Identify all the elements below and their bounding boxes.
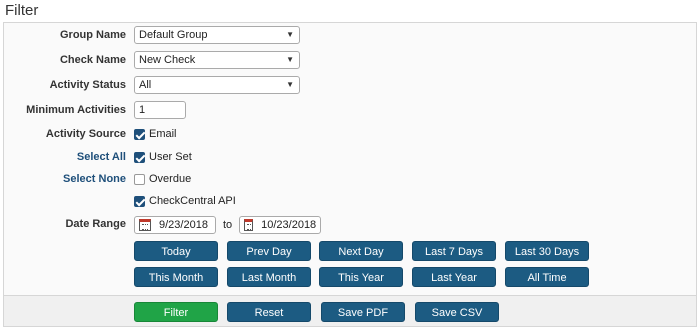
checkcentral-api-row: CheckCentral API <box>4 191 696 211</box>
check-name-label: Check Name <box>59 54 126 66</box>
group-name-label: Group Name <box>59 29 126 41</box>
check-name-row: Check Name New Check ▼ <box>4 50 696 70</box>
source-checkcentral-api-checkbox[interactable]: CheckCentral API <box>134 191 236 211</box>
calendar-icon <box>139 219 151 231</box>
activity-source-row: Activity Source Email <box>4 124 696 144</box>
last-year-button[interactable]: Last Year <box>412 267 496 287</box>
source-overdue-checkbox[interactable]: Overdue <box>134 169 191 189</box>
next-day-button[interactable]: Next Day <box>319 241 403 261</box>
activity-status-label: Activity Status <box>49 79 126 91</box>
filter-panel: Group Name Default Group ▼ Check Name Ne… <box>3 22 697 327</box>
minimum-activities-label: Minimum Activities <box>26 104 126 116</box>
prev-day-button[interactable]: Prev Day <box>227 241 311 261</box>
last-30-days-button[interactable]: Last 30 Days <box>505 241 589 261</box>
chevron-down-icon: ▼ <box>286 55 294 64</box>
source-email-checkbox[interactable]: Email <box>134 124 177 144</box>
all-time-button[interactable]: All Time <box>505 267 589 287</box>
save-csv-button[interactable]: Save CSV <box>415 302 499 322</box>
group-name-row: Group Name Default Group ▼ <box>4 25 696 45</box>
filter-button[interactable]: Filter <box>134 302 218 322</box>
calendar-icon <box>244 219 254 231</box>
reset-button[interactable]: Reset <box>227 302 311 322</box>
save-pdf-button[interactable]: Save PDF <box>321 302 405 322</box>
filter-actions-bar: Filter Reset Save PDF Save CSV <box>4 295 696 326</box>
activity-status-row: Activity Status All ▼ <box>4 75 696 95</box>
this-year-button[interactable]: This Year <box>319 267 403 287</box>
checkbox-checked-icon <box>134 128 145 140</box>
today-button[interactable]: Today <box>134 241 218 261</box>
checkbox-unchecked-icon <box>134 173 145 185</box>
overdue-row: Select None Overdue <box>4 169 696 189</box>
this-month-button[interactable]: This Month <box>134 267 218 287</box>
minimum-activities-row: Minimum Activities 1 <box>4 100 696 120</box>
date-to-input[interactable]: 10/23/2018 <box>239 216 322 234</box>
check-name-select[interactable]: New Check ▼ <box>134 51 300 69</box>
source-user-set-checkbox[interactable]: User Set <box>134 147 192 167</box>
chevron-down-icon: ▼ <box>286 30 294 39</box>
chevron-down-icon: ▼ <box>286 80 294 89</box>
group-name-select[interactable]: Default Group ▼ <box>134 26 300 44</box>
activity-status-select[interactable]: All ▼ <box>134 76 300 94</box>
user-set-row: Select All User Set <box>4 147 696 167</box>
page-title: Filter <box>5 2 39 19</box>
checkbox-checked-icon <box>134 195 145 207</box>
date-range-row: Date Range 9/23/2018 to 10/23/2018 <box>4 214 696 234</box>
last-7-days-button[interactable]: Last 7 Days <box>412 241 496 261</box>
last-month-button[interactable]: Last Month <box>227 267 311 287</box>
checkbox-checked-icon <box>134 151 145 163</box>
filter-form: Group Name Default Group ▼ Check Name Ne… <box>4 23 696 295</box>
minimum-activities-input[interactable]: 1 <box>134 101 186 119</box>
select-all-link[interactable]: Select All <box>6 147 126 167</box>
date-to-label: to <box>223 219 233 231</box>
date-range-label: Date Range <box>65 218 126 230</box>
activity-source-label: Activity Source <box>45 128 126 140</box>
date-from-input[interactable]: 9/23/2018 <box>134 216 216 234</box>
select-none-link[interactable]: Select None <box>6 169 126 189</box>
